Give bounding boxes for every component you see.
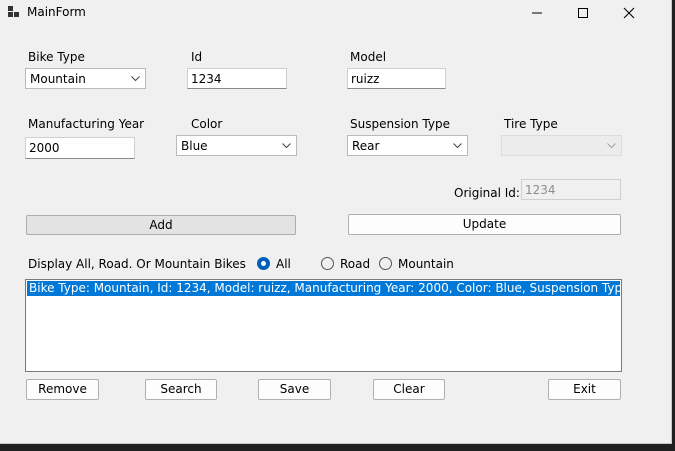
title-bar[interactable]: MainForm [0, 0, 671, 25]
model-label: Model [350, 50, 387, 64]
clear-button[interactable]: Clear [373, 379, 445, 400]
update-button[interactable]: Update [348, 214, 621, 235]
model-field[interactable]: ruizz [347, 68, 446, 89]
close-icon [623, 7, 635, 19]
original-id-value: 1234 [525, 183, 556, 197]
suspension-type-label: Suspension Type [350, 117, 450, 131]
tire-type-combo [501, 135, 622, 156]
bike-type-label: Bike Type [28, 50, 85, 64]
model-value: ruizz [351, 72, 380, 86]
list-item[interactable]: Bike Type: Mountain, Id: 1234, Model: ru… [27, 281, 620, 296]
maximize-icon [578, 8, 588, 18]
bike-type-value: Mountain [30, 72, 86, 86]
radio-road[interactable] [321, 257, 334, 270]
form-icon [8, 6, 20, 18]
chevron-down-icon [453, 143, 462, 149]
chevron-down-icon [131, 76, 140, 82]
original-id-label: Original Id: [454, 186, 520, 200]
color-label: Color [191, 117, 223, 131]
radio-mountain-label[interactable]: Mountain [398, 257, 454, 271]
bike-type-combo[interactable]: Mountain [25, 68, 146, 89]
remove-button[interactable]: Remove [26, 379, 99, 400]
close-button[interactable] [606, 0, 652, 25]
manufacturing-year-field[interactable]: 2000 [25, 137, 135, 159]
id-value: 1234 [191, 72, 222, 86]
color-combo[interactable]: Blue [176, 135, 297, 156]
id-label: Id [191, 50, 203, 64]
original-id-field: 1234 [521, 179, 621, 200]
window-title: MainForm [27, 5, 86, 19]
main-window: MainForm Bike Type Mountain Id 1234 Mode… [0, 0, 672, 444]
filter-label: Display All, Road. Or Mountain Bikes [28, 257, 246, 271]
radio-all-label[interactable]: All [276, 257, 291, 271]
search-button[interactable]: Search [145, 379, 217, 400]
tire-type-label: Tire Type [504, 117, 558, 131]
color-value: Blue [181, 139, 208, 153]
bike-listbox[interactable]: Bike Type: Mountain, Id: 1234, Model: ru… [25, 279, 622, 372]
chevron-down-icon [607, 143, 616, 149]
radio-all[interactable] [257, 257, 270, 270]
add-button[interactable]: Add [26, 215, 296, 235]
radio-mountain[interactable] [379, 257, 392, 270]
suspension-type-value: Rear [352, 139, 380, 153]
minimize-icon [532, 12, 542, 14]
chevron-down-icon [282, 143, 291, 149]
save-button[interactable]: Save [258, 379, 331, 400]
manufacturing-year-value: 2000 [29, 141, 60, 155]
maximize-button[interactable] [560, 0, 606, 25]
id-field[interactable]: 1234 [187, 68, 287, 89]
manufacturing-year-label: Manufacturing Year [28, 117, 145, 131]
exit-button[interactable]: Exit [548, 379, 621, 400]
suspension-type-combo[interactable]: Rear [347, 135, 468, 156]
radio-road-label[interactable]: Road [340, 257, 370, 271]
minimize-button[interactable] [514, 0, 560, 25]
